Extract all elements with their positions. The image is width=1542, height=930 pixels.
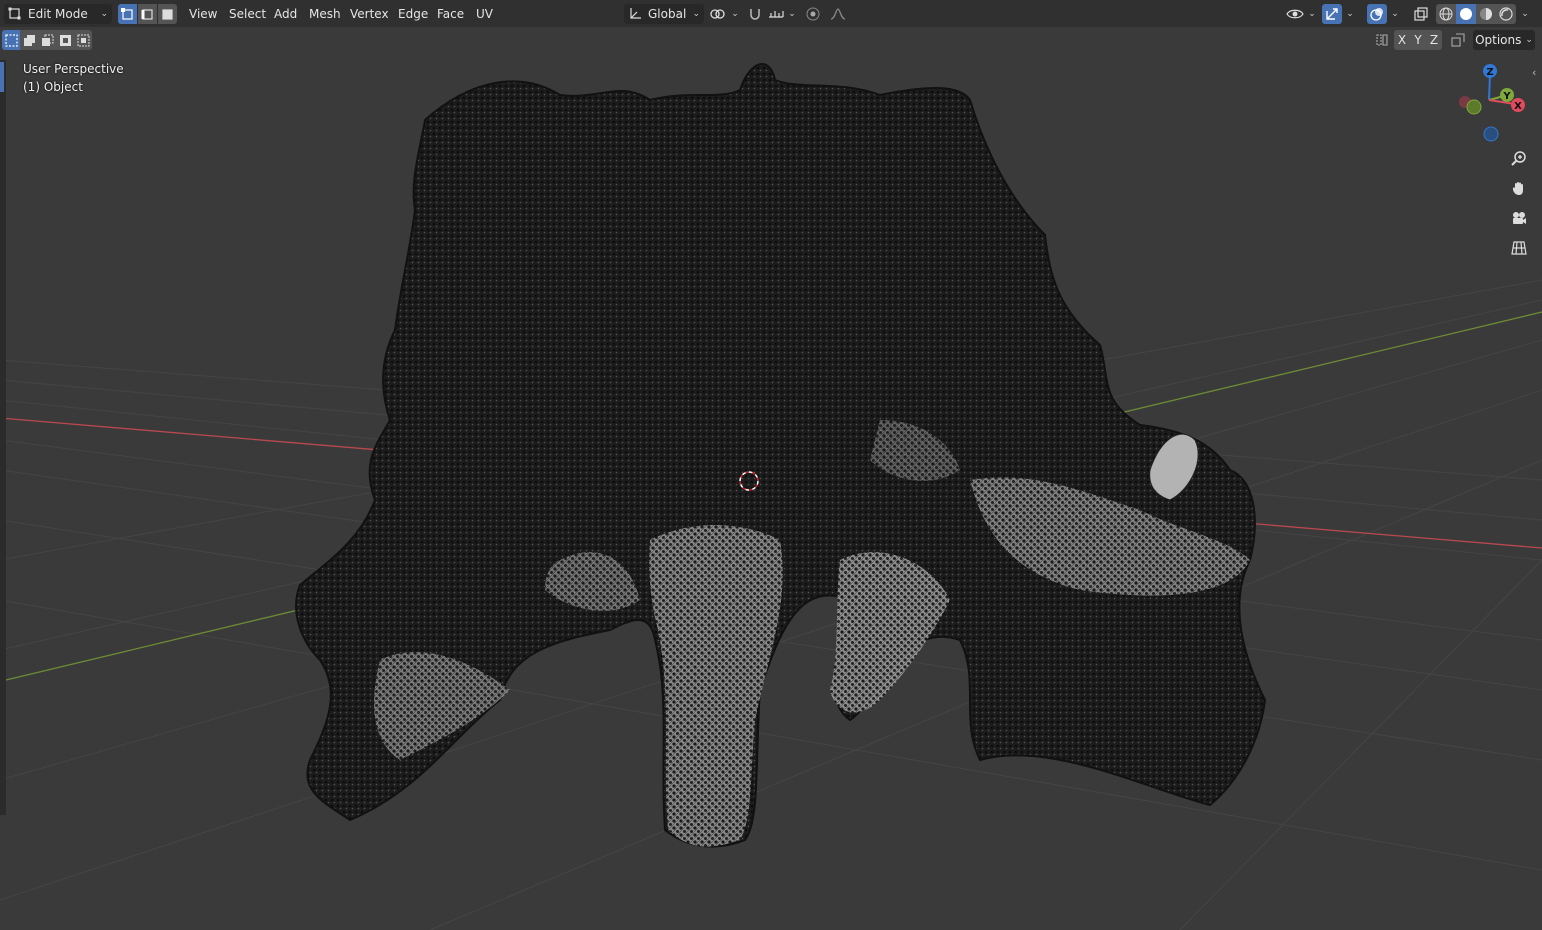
menu-uv[interactable]: UV (472, 4, 497, 24)
vertex-select-icon (121, 7, 133, 20)
material-shading-icon (1480, 8, 1492, 20)
wireframe-shading-icon (1439, 7, 1453, 21)
selectability-visibility-dropdown[interactable]: ⌄ (1284, 4, 1318, 24)
proportional-editing-icon (806, 7, 820, 21)
falloff-icon (830, 8, 846, 20)
camera-view-icon[interactable] (1506, 205, 1532, 231)
sidebar-toggle-arrow[interactable]: ‹ (1532, 66, 1542, 82)
chevron-down-icon: ⌄ (1391, 9, 1399, 19)
overlay-icon (1370, 8, 1383, 21)
visibility-icon (1286, 9, 1304, 19)
menu-mesh[interactable]: Mesh (305, 4, 345, 24)
transform-orientation-dropdown[interactable]: Global ⌄ (624, 4, 704, 24)
select-intersect-icon (77, 34, 89, 46)
x-axis-label: X (1514, 101, 1522, 112)
xray-icon (1414, 7, 1428, 21)
toolbar-strip[interactable] (0, 60, 6, 815)
chevron-down-icon: ⌄ (1346, 9, 1354, 19)
chevron-down-icon: ⌄ (731, 9, 739, 19)
rendered-shading-icon (1499, 7, 1513, 21)
options-label: Options (1475, 33, 1522, 47)
viewport-header: Edit Mode ⌄ View Select Add Mesh Vertex … (0, 0, 1542, 27)
zoom-icon[interactable] (1506, 145, 1532, 171)
menu-vertex[interactable]: Vertex (346, 4, 393, 24)
y-axis-label: Y (1502, 91, 1511, 102)
mirror-y-toggle[interactable]: Y (1410, 30, 1426, 50)
vertex-select-button[interactable] (118, 4, 137, 24)
gizmo-toggle[interactable] (1322, 4, 1342, 24)
gizmo-dropdown[interactable]: ⌄ (1342, 4, 1358, 24)
xray-toggle[interactable] (1411, 4, 1431, 24)
active-tool-indicator (0, 62, 4, 92)
chevron-down-icon: ⌄ (692, 9, 700, 19)
proportional-editing-toggle[interactable] (802, 4, 824, 24)
pivot-point-dropdown[interactable]: ⌄ (708, 4, 740, 24)
topology-mirror-icon (1451, 33, 1465, 47)
orientation-label: Global (648, 7, 687, 21)
mirror-icon (1376, 34, 1388, 46)
mesh-object[interactable] (295, 63, 1267, 848)
neg-y-dot[interactable] (1466, 99, 1482, 115)
edge-select-icon (141, 8, 153, 20)
snap-toggle[interactable] (744, 4, 766, 24)
chevron-down-icon: ⌄ (1308, 9, 1316, 19)
select-invert-icon (59, 34, 71, 46)
select-intersect-button[interactable] (74, 30, 92, 50)
select-new-button[interactable] (2, 30, 20, 50)
pan-hand-icon[interactable] (1506, 175, 1532, 201)
edit-mode-icon (8, 7, 22, 21)
ortho-grid-icon[interactable] (1506, 235, 1532, 261)
overlay-toggle[interactable] (1367, 4, 1387, 24)
menu-add[interactable]: Add (270, 4, 301, 24)
view-name-label: User Perspective (23, 62, 124, 76)
mode-label: Edit Mode (28, 7, 88, 21)
select-subtract-button[interactable] (38, 30, 56, 50)
chevron-down-icon: ⌄ (1525, 35, 1533, 45)
rendered-shading-button[interactable] (1496, 4, 1516, 24)
mode-dropdown[interactable]: Edit Mode ⌄ (4, 4, 112, 24)
edge-select-button[interactable] (138, 4, 157, 24)
face-select-button[interactable] (158, 4, 177, 24)
select-invert-button[interactable] (56, 30, 74, 50)
auto-merge-toggle[interactable] (1372, 30, 1392, 50)
options-dropdown[interactable]: Options ⌄ (1473, 30, 1535, 50)
chevron-down-icon: ⌄ (788, 9, 796, 19)
menu-edge[interactable]: Edge (394, 4, 432, 24)
proportional-falloff-dropdown[interactable] (824, 4, 852, 24)
menu-view[interactable]: View (185, 4, 221, 24)
chevron-down-icon: ⌄ (1521, 9, 1529, 19)
mirror-x-toggle[interactable]: X (1394, 30, 1410, 50)
material-shading-button[interactable] (1476, 4, 1496, 24)
orientation-icon (628, 7, 642, 21)
overlay-dropdown[interactable]: ⌄ (1387, 4, 1403, 24)
gizmo-icon (1326, 8, 1338, 20)
navigation-gizmo[interactable]: Z Y X (1452, 60, 1542, 150)
wireframe-shading-button[interactable] (1436, 4, 1456, 24)
3d-viewport[interactable]: User Perspective (1) Object Z Y X (0, 0, 1542, 930)
select-new-icon (4, 33, 18, 47)
snap-increment-icon (769, 11, 784, 18)
pivot-icon (710, 9, 725, 19)
select-subtract-icon (41, 34, 53, 46)
chevron-down-icon: ⌄ (100, 9, 108, 19)
shading-dropdown[interactable]: ⌄ (1518, 4, 1532, 24)
neg-z-dot[interactable] (1483, 126, 1499, 142)
select-extend-icon (23, 34, 35, 46)
solid-shading-button[interactable] (1456, 4, 1476, 24)
select-extend-button[interactable] (20, 30, 38, 50)
snap-target-dropdown[interactable]: ⌄ (766, 4, 798, 24)
viewport-scene[interactable] (0, 0, 1542, 930)
object-name-label: (1) Object (23, 80, 83, 94)
z-axis-label: Z (1486, 67, 1493, 78)
face-select-icon (162, 8, 173, 20)
menu-face[interactable]: Face (433, 4, 468, 24)
snap-icon (750, 9, 760, 20)
mirror-z-toggle[interactable]: Z (1426, 30, 1442, 50)
menu-select[interactable]: Select (225, 4, 270, 24)
tool-settings-bar: X Y Z Options ⌄ (0, 27, 1542, 54)
solid-shading-icon (1460, 8, 1472, 20)
topology-mirror-toggle[interactable] (1448, 30, 1468, 50)
